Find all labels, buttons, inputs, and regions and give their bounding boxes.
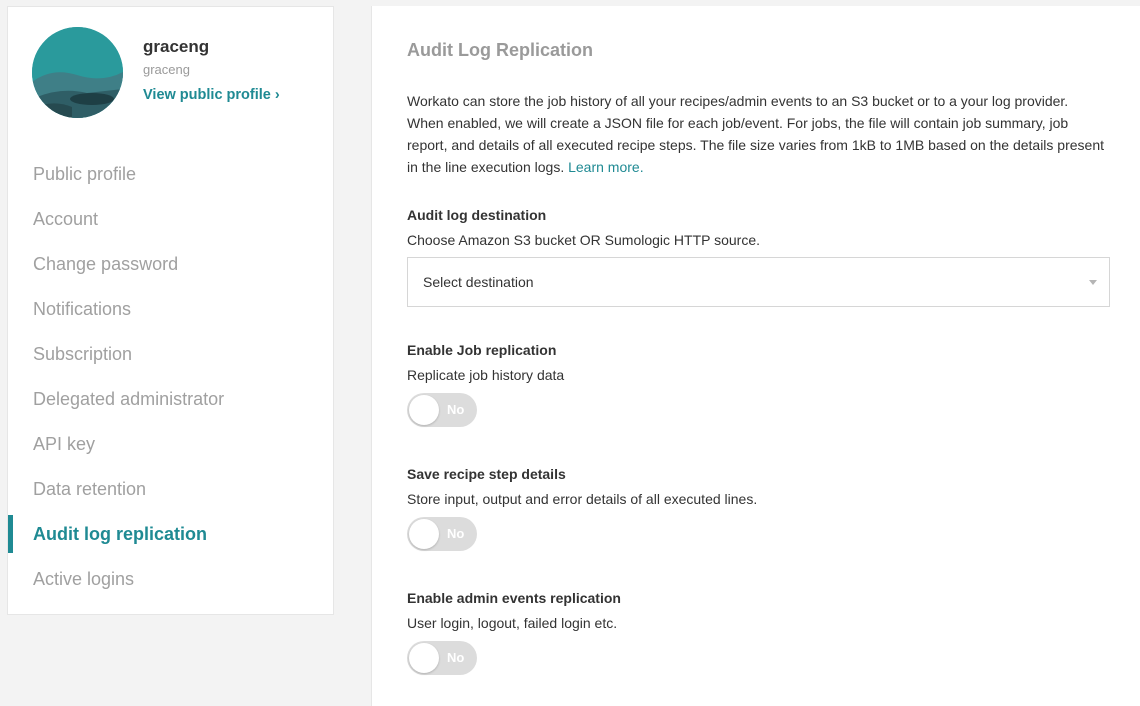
settings-sidebar: graceng graceng View public profile › Pu… bbox=[7, 6, 334, 615]
sidebar-item-delegated-administrator[interactable]: Delegated administrator bbox=[8, 380, 333, 425]
admin-events-title: Enable admin events replication bbox=[407, 590, 621, 606]
toggle-label: No bbox=[447, 650, 465, 665]
intro-text: Workato can store the job history of all… bbox=[407, 90, 1107, 178]
toggle-knob bbox=[409, 395, 439, 425]
avatar[interactable] bbox=[32, 27, 123, 118]
sidebar-item-active-logins[interactable]: Active logins bbox=[8, 560, 333, 605]
page-title: Audit Log Replication bbox=[407, 40, 593, 60]
sidebar-item-notifications[interactable]: Notifications bbox=[8, 290, 333, 335]
toggle-knob bbox=[409, 643, 439, 673]
view-public-profile-link[interactable]: View public profile › bbox=[143, 87, 280, 103]
user-name: graceng bbox=[143, 37, 210, 56]
settings-nav: Public profile Account Change password N… bbox=[8, 155, 333, 605]
sidebar-item-account[interactable]: Account bbox=[8, 200, 333, 245]
recipe-steps-description: Store input, output and error details of… bbox=[407, 491, 758, 507]
recipe-steps-toggle[interactable]: No bbox=[407, 517, 477, 551]
destination-description: Choose Amazon S3 bucket OR Sumologic HTT… bbox=[407, 232, 761, 248]
job-replication-description: Replicate job history data bbox=[407, 367, 565, 383]
destination-select[interactable]: Select destination bbox=[407, 257, 1110, 307]
main-panel: Audit Log Replication Workato can store … bbox=[371, 6, 1140, 706]
sidebar-item-change-password[interactable]: Change password bbox=[8, 245, 333, 290]
chevron-down-icon bbox=[1089, 280, 1097, 285]
intro-description: Workato can store the job history of all… bbox=[407, 93, 1105, 175]
sidebar-item-data-retention[interactable]: Data retention bbox=[8, 470, 333, 515]
admin-events-description: User login, logout, failed login etc. bbox=[407, 615, 618, 631]
sidebar-item-audit-log-replication[interactable]: Audit log replication bbox=[8, 515, 333, 560]
job-replication-toggle[interactable]: No bbox=[407, 393, 477, 427]
sidebar-item-api-key[interactable]: API key bbox=[8, 425, 333, 470]
sidebar-item-subscription[interactable]: Subscription bbox=[8, 335, 333, 380]
user-handle: graceng bbox=[143, 62, 190, 77]
destination-title: Audit log destination bbox=[407, 207, 547, 223]
job-replication-title: Enable Job replication bbox=[407, 342, 557, 358]
toggle-knob bbox=[409, 519, 439, 549]
toggle-label: No bbox=[447, 526, 465, 541]
avatar-image bbox=[32, 27, 123, 118]
admin-events-toggle[interactable]: No bbox=[407, 641, 477, 675]
learn-more-link[interactable]: Learn more. bbox=[568, 159, 643, 175]
toggle-label: No bbox=[447, 402, 465, 417]
destination-select-value: Select destination bbox=[423, 274, 534, 290]
recipe-steps-title: Save recipe step details bbox=[407, 466, 566, 482]
sidebar-item-public-profile[interactable]: Public profile bbox=[8, 155, 333, 200]
